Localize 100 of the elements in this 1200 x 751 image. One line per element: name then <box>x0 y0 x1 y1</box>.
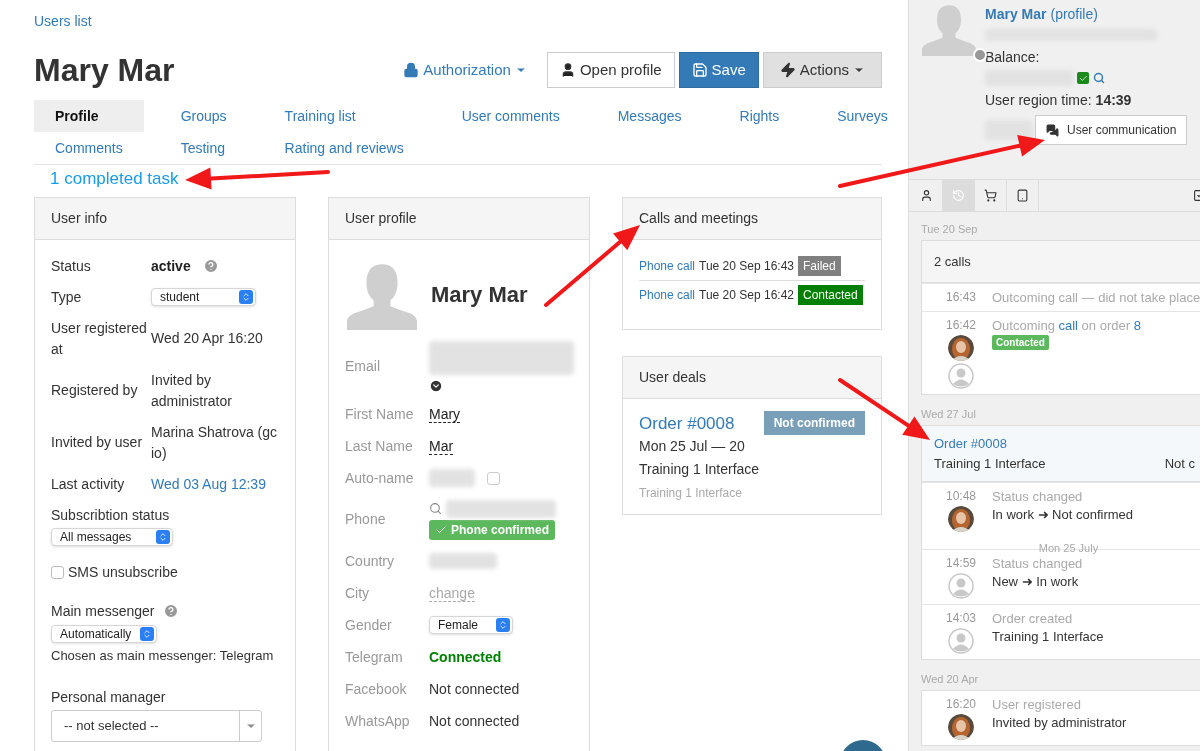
date-divider: Mon 25 July <box>1037 541 1100 555</box>
panel-title: User deals <box>639 367 706 387</box>
call-status-badge: Contacted <box>798 284 863 305</box>
calls-count: 2 calls <box>934 252 971 271</box>
entry-title: Outcoming call — did not take place <box>992 289 1200 306</box>
completed-tasks-link[interactable]: 1 completed task <box>50 166 179 192</box>
entry-title: Order created <box>992 610 1074 627</box>
tab[interactable]: User comments <box>440 100 581 132</box>
tab[interactable]: Training list <box>263 100 425 132</box>
entry-link[interactable]: 8 <box>1133 318 1141 333</box>
manager-select[interactable]: -- not selected -- <box>51 710 262 742</box>
order-link[interactable]: Order #0008 <box>639 410 735 436</box>
tab[interactable]: Groups <box>159 100 248 132</box>
entry-time: 14:03 <box>946 610 976 626</box>
panel-title: User profile <box>345 208 417 228</box>
messenger-status: Connected <box>429 648 502 665</box>
select-field[interactable]: Automatically <box>51 624 157 643</box>
entry-text: Invited by administrator <box>992 714 1127 731</box>
region-time-label: User region time: <box>985 91 1092 110</box>
save-button[interactable]: Save <box>678 52 759 88</box>
field-label: Country <box>345 551 396 571</box>
phone-call-link[interactable]: Phone call <box>639 285 696 304</box>
timeline-date: Wed 27 Jul <box>921 406 977 422</box>
stepper-icon <box>140 626 154 641</box>
stepper-icon <box>239 290 253 304</box>
search-icon[interactable] <box>429 502 442 515</box>
phone-call-link[interactable]: Phone call <box>639 256 696 275</box>
side-name-link[interactable]: Mary Mar <box>985 4 1047 25</box>
entry-time: 16:20 <box>946 696 976 712</box>
info-label: Status <box>51 256 92 276</box>
redacted-bar <box>985 120 1033 140</box>
select-field[interactable]: student <box>151 288 256 306</box>
field-label: First Name <box>345 404 415 424</box>
history-icon <box>952 189 965 202</box>
tab[interactable]: Rights <box>718 100 801 132</box>
info-label: Registered by <box>51 381 139 400</box>
field-label: Telegram <box>345 647 404 667</box>
info-value: Marina Shatrova (gc io) <box>151 422 279 463</box>
select-field[interactable]: Female <box>429 616 513 634</box>
order-product: Training 1 Interface <box>934 454 1046 473</box>
profile-name: Mary Mar <box>431 281 528 309</box>
info-label: Last activity <box>51 474 126 494</box>
entry-title: Outcoming call on order 8 <box>992 317 1141 334</box>
editable-value[interactable]: Mary <box>429 405 461 423</box>
expand-icon[interactable] <box>429 378 443 393</box>
redacted-bar <box>429 469 475 487</box>
entry-time: 16:42 <box>946 317 976 333</box>
entry-time: 10:48 <box>946 488 976 504</box>
open-profile-button[interactable]: Open profile <box>546 52 675 88</box>
lightning-icon <box>779 62 796 78</box>
info-label: Type <box>51 287 83 307</box>
order-link[interactable]: Order #0008 <box>934 434 1200 454</box>
editable-value[interactable]: Mar <box>429 437 454 455</box>
field-label: WhatsApp <box>345 711 411 731</box>
region-time-value: 14:39 <box>1095 91 1132 110</box>
tab[interactable]: Rating and reviews <box>263 132 425 164</box>
deal-product: Training 1 Interface <box>639 460 761 479</box>
checkbox-label: SMS unsubscribe <box>68 562 178 582</box>
messenger-status: Not connected <box>429 680 520 697</box>
side-profile-link[interactable]: (profile) <box>1050 4 1098 25</box>
info-label: User registered at <box>51 318 148 359</box>
status-badge: Contacted <box>992 335 1049 350</box>
actions-dropdown[interactable]: Actions <box>762 52 882 88</box>
tab[interactable]: Profile <box>34 100 144 132</box>
call-datetime: Tue 20 Sep 16:42 <box>699 286 794 304</box>
field-label: City <box>345 583 371 603</box>
panel-title: User info <box>51 208 108 228</box>
cart-icon <box>984 189 997 202</box>
tab[interactable]: Surveys <box>816 100 909 132</box>
last-activity-link[interactable]: Wed 03 Aug 12:39 <box>151 475 266 492</box>
tab[interactable]: Messages <box>596 100 703 132</box>
panel-title: Calls and meetings <box>639 208 759 228</box>
tab[interactable]: Comments <box>34 132 144 164</box>
user-icon <box>920 189 933 202</box>
search-icon[interactable] <box>1093 72 1105 84</box>
call-datetime: Tue 20 Sep 16:43 <box>699 257 794 275</box>
entry-text: In work ➜ Not confirmed <box>992 506 1134 523</box>
authorization-dropdown[interactable]: Authorization <box>403 58 527 82</box>
entry-text: Training 1 Interface <box>992 628 1104 645</box>
checkbox[interactable] <box>51 565 64 579</box>
lock-icon <box>403 62 420 78</box>
select-field[interactable]: All messages <box>51 527 173 546</box>
tab[interactable]: Testing <box>159 132 248 164</box>
status-value: active <box>151 256 191 276</box>
user-communication-button[interactable]: User communication <box>1035 115 1188 145</box>
call-status-badge: Failed <box>798 255 841 276</box>
deal-dates: Mon 25 Jul — 20 <box>639 437 746 456</box>
entry-text: New ➜ In work <box>992 573 1080 590</box>
deal-note: Training 1 Interface <box>639 485 743 502</box>
field-label: Email <box>345 357 381 376</box>
checked-icon <box>1077 72 1089 84</box>
entry-link[interactable]: call <box>1058 318 1078 333</box>
entry-time: 16:43 <box>946 289 976 305</box>
checkbox[interactable] <box>487 471 500 485</box>
entry-title: Status changed <box>992 555 1083 572</box>
info-label: Invited by user <box>51 433 144 452</box>
stepper-icon <box>496 618 510 632</box>
breadcrumb-link[interactable]: Users list <box>34 11 92 32</box>
chat-icon <box>1046 123 1059 137</box>
field-label: Main messenger <box>51 601 155 621</box>
